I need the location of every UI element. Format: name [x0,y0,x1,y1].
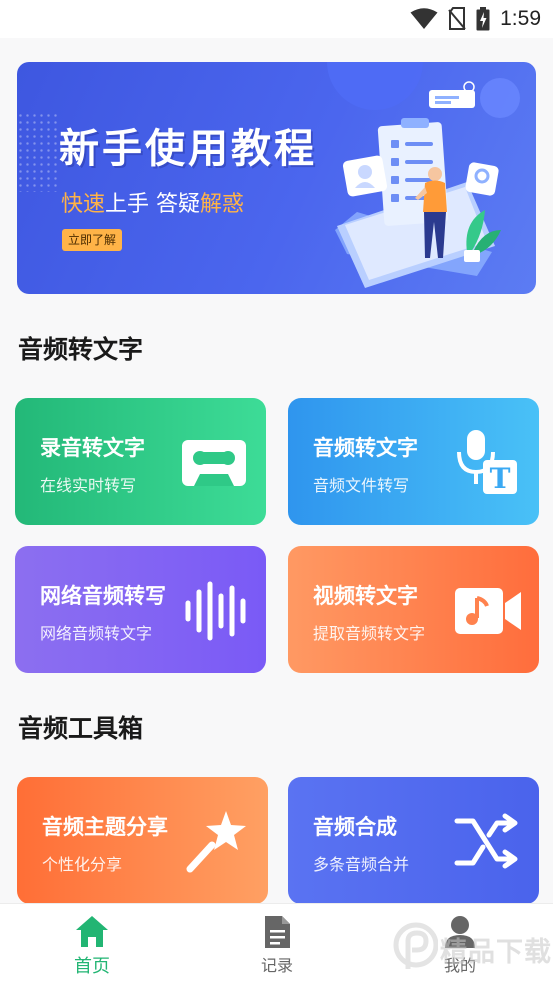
merge-arrows-icon [454,813,518,869]
card-network-audio[interactable]: 网络音频转写 网络音频转文字 [15,546,266,673]
card-audio-merge[interactable]: 音频合成 多条音频合并 [288,777,539,903]
tutorial-banner[interactable]: 新手使用教程 快速上手 答疑解惑 立即了解 [17,62,536,294]
watermark: 精品下载 [388,916,553,978]
home-icon [76,916,108,947]
soundwave-icon [185,581,246,641]
section-title-toolbox: 音频工具箱 [18,714,144,743]
watermark-logo-icon [393,922,438,969]
banner-subtitle-highlight-1: 快速 [61,192,106,217]
tab-label: 记录 [260,956,293,975]
banner-subtitle: 快速上手 答疑解惑 [61,186,244,218]
card-record-to-text[interactable]: 录音转文字 在线实时转写 [15,398,266,525]
magic-wand-icon [186,811,246,873]
card-title: 视频转文字 [313,584,418,608]
card-audio-to-text[interactable]: 音频转文字 音频文件转写 T [288,398,539,525]
wifi-icon [410,8,438,29]
card-subtitle: 多条音频合并 [313,855,410,874]
card-title: 录音转文字 [40,436,145,460]
battery-charging-icon [476,7,490,31]
watermark-text: 精品下载 [440,937,552,968]
status-time: 1:59 [500,7,541,30]
tab-label: 首页 [74,956,110,977]
banner-dot-pattern [17,112,57,192]
card-title: 音频主题分享 [42,815,168,839]
card-title: 音频合成 [313,815,397,839]
document-icon [265,916,290,948]
tab-records[interactable]: 记录 [217,904,337,983]
card-subtitle: 网络音频转文字 [40,624,153,643]
tutorial-illustration [327,62,520,288]
status-icons: 1:59 [410,6,541,32]
card-subtitle: 个性化分享 [42,855,123,874]
tab-home[interactable]: 首页 [32,904,152,983]
card-video-to-text[interactable]: 视频转文字 提取音频转文字 [288,546,539,673]
svg-text:T: T [490,462,511,495]
card-title: 音频转文字 [313,436,418,460]
card-title: 网络音频转写 [40,584,166,608]
card-subtitle: 提取音频转文字 [313,624,426,643]
no-sim-icon [448,7,466,30]
card-subtitle: 在线实时转写 [40,476,137,495]
home-page: 新手使用教程 快速上手 答疑解惑 立即了解 音频转文字 录音转文字 在线实时转写… [0,38,553,903]
card-subtitle: 音频文件转写 [313,476,410,495]
section-title-transcribe: 音频转文字 [18,335,144,364]
banner-subtitle-text: 上手 答疑 [105,192,201,217]
banner-title: 新手使用教程 [59,126,317,172]
card-audio-theme-share[interactable]: 音频主题分享 个性化分享 [17,777,268,903]
cassette-icon [182,440,246,486]
learn-now-button[interactable]: 立即了解 [62,229,123,251]
banner-subtitle-highlight-2: 解惑 [200,192,245,217]
status-bar: 1:59 [0,0,553,38]
mic-text-icon: T [457,430,517,495]
video-music-icon [455,588,521,634]
